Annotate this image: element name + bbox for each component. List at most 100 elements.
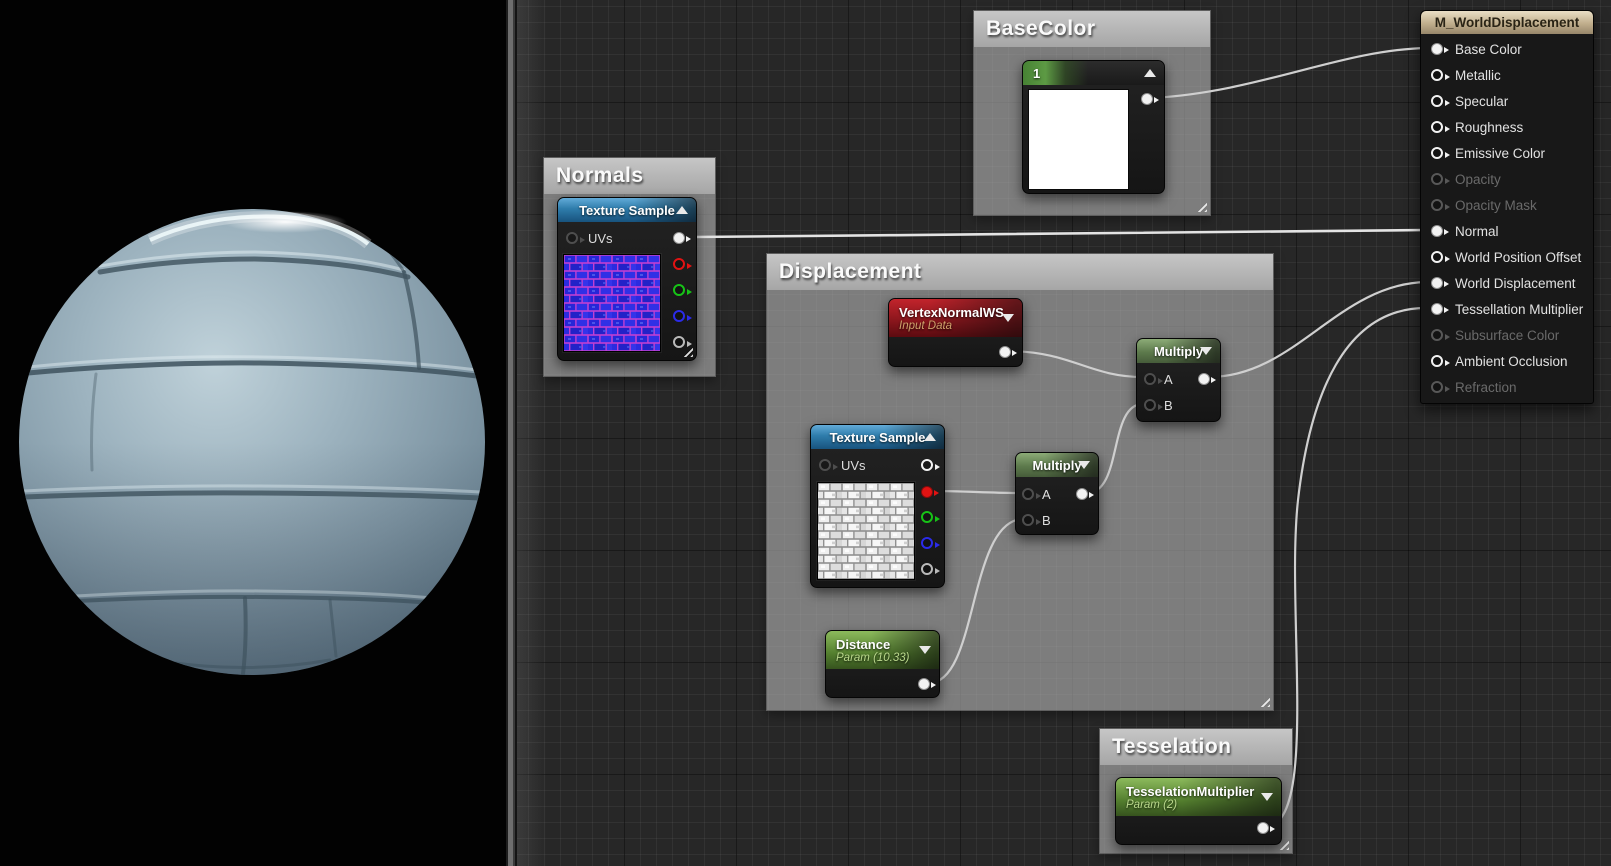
material-pin-row: Emissive Color — [1431, 140, 1545, 166]
material-pin-row: Tessellation Multiplier — [1431, 296, 1583, 322]
comment-displacement-header[interactable]: Displacement — [767, 254, 1273, 290]
color-swatch[interactable] — [1028, 89, 1129, 190]
height-map-thumbnail[interactable] — [817, 482, 915, 580]
material-input-pin[interactable] — [1431, 251, 1450, 263]
material-pin-row: World Position Offset — [1431, 244, 1581, 270]
material-input-pin[interactable] — [1431, 43, 1449, 55]
node-title: Texture Sample — [579, 202, 675, 218]
material-input-pin[interactable] — [1431, 69, 1450, 81]
node-multiply-bottom[interactable]: Multiply A B — [1015, 452, 1099, 535]
pin-a-input[interactable] — [1022, 488, 1041, 500]
pin-b-output[interactable] — [673, 310, 692, 322]
node-subtitle: Param (10.33) — [836, 651, 910, 664]
pin-r-output[interactable] — [921, 486, 939, 498]
pin-a-output[interactable] — [673, 336, 692, 348]
material-pin-label: Metallic — [1455, 67, 1501, 83]
pin-output[interactable] — [1141, 93, 1159, 105]
preview-sphere — [19, 209, 485, 675]
collapse-triangle-icon[interactable] — [1078, 461, 1090, 469]
pin-output[interactable] — [918, 678, 936, 690]
node-height-texture-sample[interactable]: Texture Sample UVs — [810, 424, 945, 588]
material-pin-row: Opacity Mask — [1431, 192, 1537, 218]
node-vertexnormalws-header[interactable]: VertexNormalWS Input Data — [889, 299, 1022, 337]
material-pin-row: Specular — [1431, 88, 1508, 114]
node-title: Texture Sample — [829, 429, 926, 445]
node-multiply-top[interactable]: Multiply A B — [1136, 338, 1221, 422]
comment-basecolor-header[interactable]: BaseColor — [974, 11, 1210, 47]
resize-grip-icon[interactable] — [1257, 694, 1270, 707]
preview-viewport[interactable] — [0, 0, 506, 866]
material-pin-label: Tessellation Multiplier — [1455, 301, 1584, 317]
material-pin-label: World Displacement — [1455, 275, 1576, 291]
pin-uvs-input[interactable] — [566, 232, 585, 244]
material-pin-row: World Displacement — [1431, 270, 1576, 296]
pin-b-label: B — [1164, 398, 1173, 413]
pin-rgb-output[interactable] — [921, 459, 940, 471]
material-input-pin[interactable] — [1431, 277, 1449, 289]
pin-a-output[interactable] — [921, 563, 940, 575]
material-pin-row: Opacity — [1431, 166, 1501, 192]
pin-r-output[interactable] — [673, 258, 692, 270]
normal-map-thumbnail[interactable] — [563, 254, 661, 352]
material-input-pin[interactable] — [1431, 303, 1449, 315]
pin-g-output[interactable] — [673, 284, 692, 296]
pin-g-output[interactable] — [921, 511, 940, 523]
node-constant-one-header[interactable]: 1 — [1023, 61, 1164, 85]
comment-normals-header[interactable]: Normals — [544, 158, 715, 194]
material-input-pin — [1431, 199, 1450, 211]
node-title: TesselationMultiplier — [1126, 783, 1255, 799]
node-distance-param-header[interactable]: Distance Param (10.33) — [826, 631, 939, 669]
material-pin-label: Ambient Occlusion — [1455, 353, 1568, 369]
pin-output[interactable] — [1076, 488, 1094, 500]
node-title: Multiply — [1032, 457, 1082, 473]
material-input-pin[interactable] — [1431, 147, 1450, 159]
node-tesselation-multiplier[interactable]: TesselationMultiplier Param (2) — [1115, 777, 1282, 845]
pin-a-input[interactable] — [1144, 373, 1163, 385]
pin-b-output[interactable] — [921, 537, 940, 549]
material-input-pin[interactable] — [1431, 121, 1450, 133]
material-pin-row: Metallic — [1431, 62, 1501, 88]
node-normal-texture-sample[interactable]: Texture Sample UVs — [557, 197, 697, 361]
pin-b-input[interactable] — [1144, 399, 1163, 411]
comment-displacement-title: Displacement — [779, 260, 922, 283]
material-pin-label: Base Color — [1455, 41, 1522, 57]
node-title: VertexNormalWS — [899, 304, 1004, 320]
node-tesselation-multiplier-header[interactable]: TesselationMultiplier Param (2) — [1116, 778, 1281, 816]
node-vertexnormalws[interactable]: VertexNormalWS Input Data — [888, 298, 1023, 367]
node-height-texture-sample-header[interactable]: Texture Sample — [811, 425, 944, 449]
material-pin-row: Base Color — [1431, 36, 1522, 62]
pin-output[interactable] — [1257, 822, 1275, 834]
material-pin-label: Normal — [1455, 223, 1499, 239]
node-multiply-bottom-header[interactable]: Multiply — [1016, 453, 1098, 477]
material-pin-label: Opacity Mask — [1455, 197, 1537, 213]
node-constant-one[interactable]: 1 — [1022, 60, 1165, 194]
collapse-triangle-icon[interactable] — [924, 433, 936, 441]
material-input-pin[interactable] — [1431, 355, 1450, 367]
collapse-triangle-icon[interactable] — [1144, 69, 1156, 77]
pin-output[interactable] — [999, 346, 1017, 358]
node-multiply-top-header[interactable]: Multiply — [1137, 339, 1220, 363]
pin-output[interactable] — [1198, 373, 1216, 385]
material-input-pin[interactable] — [1431, 225, 1449, 237]
collapse-triangle-icon[interactable] — [1002, 314, 1014, 322]
node-material-result-header[interactable]: M_WorldDisplacement — [1421, 11, 1593, 34]
collapse-triangle-icon[interactable] — [919, 646, 931, 654]
pin-uvs-input[interactable] — [819, 459, 838, 471]
pin-rgb-output[interactable] — [673, 232, 691, 244]
material-pin-row: Ambient Occlusion — [1431, 348, 1568, 374]
collapse-triangle-icon[interactable] — [1200, 347, 1212, 355]
material-input-pin[interactable] — [1431, 95, 1450, 107]
node-subtitle: Input Data — [899, 319, 953, 332]
collapse-triangle-icon[interactable] — [676, 206, 688, 214]
pin-b-input[interactable] — [1022, 514, 1041, 526]
material-editor: BaseColor Normals Displacement Tesselati… — [0, 0, 1611, 866]
node-distance-param[interactable]: Distance Param (10.33) — [825, 630, 940, 698]
collapse-triangle-icon[interactable] — [1261, 793, 1273, 801]
comment-tesselation-header[interactable]: Tesselation — [1100, 729, 1292, 765]
panel-splitter[interactable] — [506, 0, 517, 866]
node-material-result[interactable]: M_WorldDisplacement Base Color Metallic Sp… — [1420, 10, 1594, 404]
material-pin-label: Emissive Color — [1455, 145, 1546, 161]
pin-b-label: B — [1042, 513, 1051, 528]
resize-grip-icon[interactable] — [1194, 199, 1207, 212]
node-normal-texture-sample-header[interactable]: Texture Sample — [558, 198, 696, 222]
